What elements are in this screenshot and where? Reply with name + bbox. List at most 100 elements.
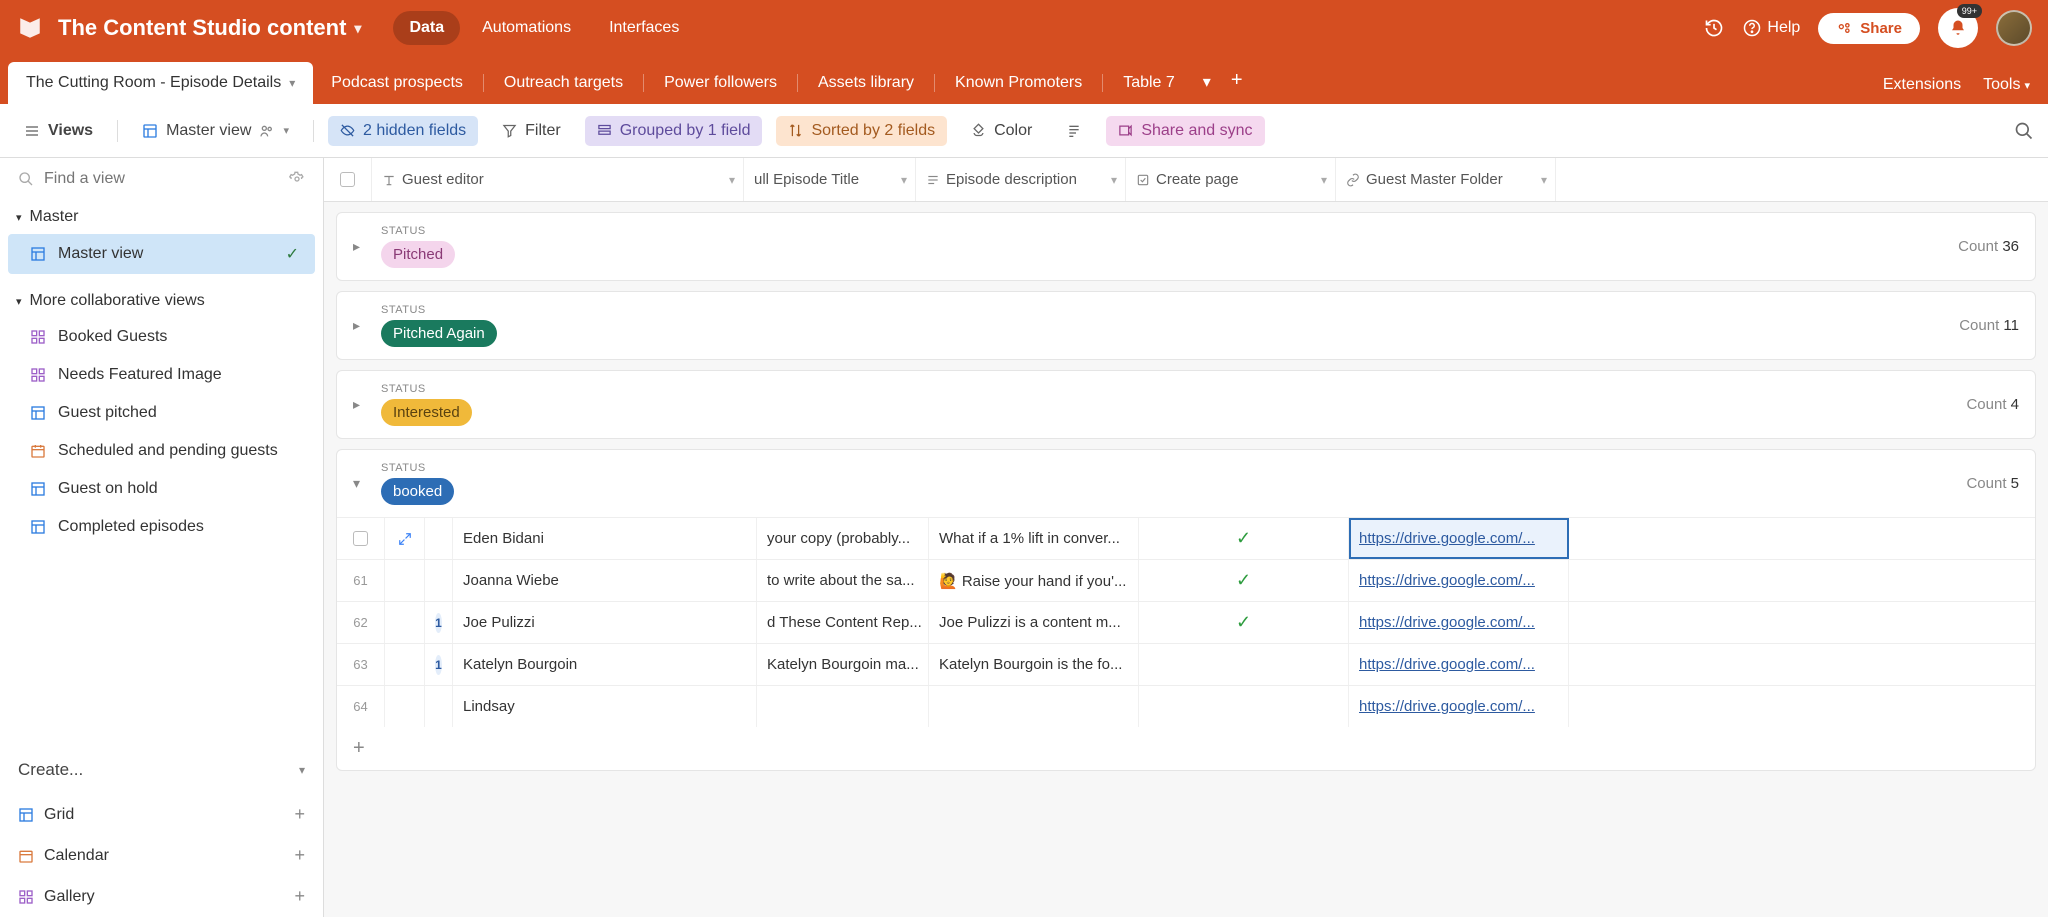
folder-link[interactable]: https://drive.google.com/...: [1359, 614, 1535, 631]
cell-create-page[interactable]: ✓: [1139, 602, 1349, 643]
folder-link[interactable]: https://drive.google.com/...: [1359, 530, 1535, 547]
cell-create-page[interactable]: [1139, 686, 1349, 727]
table-row[interactable]: 61Joanna Wiebeto write about the sa...🙋 …: [337, 559, 2035, 601]
cell-guest[interactable]: Katelyn Bourgoin: [453, 644, 757, 685]
cell-description[interactable]: [929, 686, 1139, 727]
notifications-button[interactable]: 99+: [1938, 8, 1978, 48]
filter-button[interactable]: Filter: [492, 116, 571, 146]
sidebar-section-collab[interactable]: ▾ More collaborative views: [0, 284, 323, 318]
expand-record-button[interactable]: [385, 602, 425, 643]
chevron-down-icon: ▾: [2024, 79, 2030, 92]
cell-guest[interactable]: Joe Pulizzi: [453, 602, 757, 643]
cell-folder[interactable]: https://drive.google.com/...: [1349, 686, 1569, 727]
help-button[interactable]: Help: [1743, 19, 1800, 37]
user-avatar[interactable]: [1996, 10, 2032, 46]
hidden-fields-button[interactable]: 2 hidden fields: [328, 116, 478, 146]
table-row[interactable]: 621Joe Pulizzid These Content Rep...Joe …: [337, 601, 2035, 643]
expand-record-button[interactable]: [385, 518, 425, 559]
row-checkbox[interactable]: [353, 531, 368, 546]
row-height-button[interactable]: [1056, 117, 1092, 145]
sidebar-item[interactable]: Guest pitched: [0, 394, 323, 432]
cell-create-page[interactable]: [1139, 644, 1349, 685]
color-button[interactable]: Color: [961, 116, 1042, 146]
sidebar-item[interactable]: Guest on hold: [0, 470, 323, 508]
cell-title[interactable]: your copy (probably...: [757, 518, 929, 559]
cell-description[interactable]: 🙋 Raise your hand if you'...: [929, 560, 1139, 601]
add-table-button[interactable]: +: [1221, 57, 1253, 104]
find-view-input[interactable]: [44, 170, 279, 188]
current-view-button[interactable]: Master view ▾: [132, 116, 299, 146]
cell-create-page[interactable]: ✓: [1139, 560, 1349, 601]
sidebar-item[interactable]: Completed episodes: [0, 508, 323, 546]
cell-title[interactable]: Katelyn Bourgoin ma...: [757, 644, 929, 685]
column-header-folder[interactable]: Guest Master Folder ▾: [1336, 158, 1556, 201]
sidebar-section-master[interactable]: ▾ Master: [0, 200, 323, 234]
share-sync-button[interactable]: Share and sync: [1106, 116, 1264, 146]
extensions-button[interactable]: Extensions: [1883, 76, 1961, 94]
grouped-button[interactable]: Grouped by 1 field: [585, 116, 763, 146]
add-record-button[interactable]: +: [337, 727, 2035, 770]
gear-icon[interactable]: [289, 171, 305, 187]
create-view-item[interactable]: Calendar+: [0, 835, 323, 876]
cell-create-page[interactable]: ✓: [1139, 518, 1349, 559]
table-tab[interactable]: Outreach targets: [486, 62, 641, 104]
workspace-title[interactable]: The Content Studio content ▾: [58, 15, 361, 41]
table-tab-active[interactable]: The Cutting Room - Episode Details ▾: [8, 62, 313, 104]
table-tab[interactable]: Assets library: [800, 62, 932, 104]
column-header-title[interactable]: ull Episode Title ▾: [744, 158, 916, 201]
column-header-guest[interactable]: Guest editor ▾: [372, 158, 744, 201]
cell-title[interactable]: [757, 686, 929, 727]
folder-link[interactable]: https://drive.google.com/...: [1359, 572, 1535, 589]
group-header[interactable]: ▸STATUSInterestedCount 4: [337, 371, 2035, 438]
create-section[interactable]: Create... ▾: [0, 746, 323, 794]
app-logo-icon[interactable]: [16, 14, 44, 42]
column-header-desc[interactable]: Episode description ▾: [916, 158, 1126, 201]
cell-guest[interactable]: Eden Bidani: [453, 518, 757, 559]
share-button[interactable]: Share: [1818, 13, 1920, 44]
table-row[interactable]: 64Lindsayhttps://drive.google.com/...: [337, 685, 2035, 727]
table-tab[interactable]: Known Promoters: [937, 62, 1100, 104]
cell-folder[interactable]: https://drive.google.com/...: [1349, 560, 1569, 601]
sidebar-item[interactable]: Booked Guests: [0, 318, 323, 356]
history-icon[interactable]: [1703, 17, 1725, 39]
nav-interfaces[interactable]: Interfaces: [593, 11, 695, 45]
create-view-item[interactable]: Grid+: [0, 794, 323, 835]
expand-record-button[interactable]: [385, 560, 425, 601]
cell-guest[interactable]: Lindsay: [453, 686, 757, 727]
group-header[interactable]: ▸STATUSPitched AgainCount 11: [337, 292, 2035, 359]
table-row[interactable]: Eden Bidaniyour copy (probably...What if…: [337, 517, 2035, 559]
folder-link[interactable]: https://drive.google.com/...: [1359, 656, 1535, 673]
expand-record-button[interactable]: [385, 686, 425, 727]
table-tab[interactable]: Power followers: [646, 62, 795, 104]
expand-record-button[interactable]: [385, 644, 425, 685]
column-header-create[interactable]: Create page ▾: [1126, 158, 1336, 201]
sorted-button[interactable]: Sorted by 2 fields: [776, 116, 947, 146]
nav-automations[interactable]: Automations: [466, 11, 587, 45]
group-header[interactable]: ▾STATUSbookedCount 5: [337, 450, 2035, 517]
views-button[interactable]: Views: [14, 116, 103, 146]
cell-folder[interactable]: https://drive.google.com/...: [1349, 518, 1569, 559]
group-header[interactable]: ▸STATUSPitchedCount 36: [337, 213, 2035, 280]
select-all-checkbox[interactable]: [324, 158, 372, 201]
sidebar-item-master-view[interactable]: Master view ✓: [8, 234, 315, 274]
table-tab[interactable]: Podcast prospects: [313, 62, 481, 104]
sidebar-item[interactable]: Needs Featured Image: [0, 356, 323, 394]
cell-description[interactable]: Joe Pulizzi is a content m...: [929, 602, 1139, 643]
folder-link[interactable]: https://drive.google.com/...: [1359, 698, 1535, 715]
cell-folder[interactable]: https://drive.google.com/...: [1349, 602, 1569, 643]
table-row[interactable]: 631Katelyn BourgoinKatelyn Bourgoin ma..…: [337, 643, 2035, 685]
nav-data[interactable]: Data: [393, 11, 460, 45]
tools-button[interactable]: Tools ▾: [1983, 76, 2030, 94]
cell-description[interactable]: Katelyn Bourgoin is the fo...: [929, 644, 1139, 685]
cell-title[interactable]: d These Content Rep...: [757, 602, 929, 643]
sidebar-item[interactable]: Scheduled and pending guests: [0, 432, 323, 470]
tabs-more-button[interactable]: ▾: [1193, 60, 1221, 104]
cell-folder[interactable]: https://drive.google.com/...: [1349, 644, 1569, 685]
cell-description[interactable]: What if a 1% lift in conver...: [929, 518, 1139, 559]
cell-title[interactable]: to write about the sa...: [757, 560, 929, 601]
table-tab[interactable]: Table 7: [1105, 62, 1193, 104]
create-view-item[interactable]: Gallery+: [0, 876, 323, 917]
cell-guest[interactable]: Joanna Wiebe: [453, 560, 757, 601]
group-count: Count 5: [1966, 475, 2019, 492]
search-icon[interactable]: [2014, 121, 2034, 141]
